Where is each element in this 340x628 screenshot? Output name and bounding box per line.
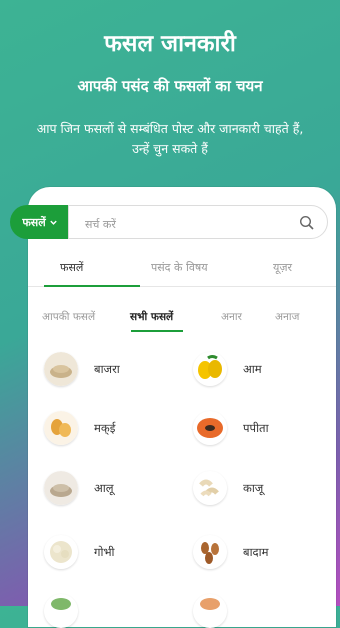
maize-icon bbox=[44, 411, 78, 445]
subtab-indicator bbox=[131, 330, 183, 332]
crop-item[interactable]: पपीता bbox=[193, 411, 269, 445]
fruit-icon bbox=[193, 594, 227, 628]
cauliflower-icon bbox=[44, 535, 78, 569]
almond-icon bbox=[193, 535, 227, 569]
search-input[interactable] bbox=[83, 213, 287, 235]
subtab-all-crops[interactable]: सभी फसलें bbox=[130, 310, 173, 324]
crop-item[interactable]: बाजरा bbox=[44, 352, 120, 386]
crop-name: आलू bbox=[94, 480, 114, 495]
crop-name: बाजरा bbox=[94, 361, 120, 376]
potato-icon bbox=[44, 471, 78, 505]
crop-item[interactable]: गोभी bbox=[44, 535, 115, 569]
mango-icon bbox=[193, 352, 227, 386]
tab-indicator bbox=[44, 285, 140, 287]
crop-item[interactable]: बादाम bbox=[193, 535, 269, 569]
search-icon[interactable] bbox=[299, 215, 315, 231]
tab-users[interactable]: यूज़र bbox=[273, 260, 292, 275]
crop-item[interactable]: काजू bbox=[193, 471, 263, 505]
subtab-pomegranate[interactable]: अनार bbox=[221, 310, 242, 324]
leaf-icon bbox=[44, 594, 78, 628]
millet-icon bbox=[44, 352, 78, 386]
crop-item[interactable]: आलू bbox=[44, 471, 114, 505]
papaya-icon bbox=[193, 411, 227, 445]
crop-item[interactable]: आम bbox=[193, 352, 262, 386]
main-tabs: फसलें पसंद के विषय यूज़र bbox=[28, 252, 336, 287]
filter-label: फसलें bbox=[22, 215, 46, 229]
crop-name: आम bbox=[243, 361, 262, 376]
tab-favourite-topics[interactable]: पसंद के विषय bbox=[151, 260, 208, 275]
crop-name: मक्ई bbox=[94, 420, 116, 435]
crop-name: गोभी bbox=[94, 544, 115, 559]
chevron-down-icon bbox=[49, 220, 57, 225]
subtab-grains[interactable]: अनाज bbox=[275, 310, 299, 324]
cashew-icon bbox=[193, 471, 227, 505]
search-box bbox=[68, 205, 328, 239]
crop-name: काजू bbox=[243, 480, 264, 495]
filter-dropdown-button[interactable]: फसलें bbox=[10, 205, 70, 239]
crop-name: पपीता bbox=[243, 420, 269, 435]
page-title: फसल जानकारी bbox=[104, 31, 236, 57]
page-description: आप जिन फसलों से सम्बंधित पोस्ट और जानकार… bbox=[36, 121, 304, 156]
subtab-your-crops[interactable]: आपकी फसलें bbox=[42, 310, 95, 324]
crop-name: बादाम bbox=[243, 544, 269, 559]
crop-filter-tabs: आपकी फसलें सभी फसलें अनार अनाज bbox=[28, 306, 336, 336]
page-subtitle: आपकी पसंद की फसलों का चयन bbox=[77, 77, 263, 95]
search-bar: फसलें bbox=[10, 205, 328, 239]
tab-crops[interactable]: फसलें bbox=[60, 260, 83, 275]
crop-item[interactable]: मक्ई bbox=[44, 411, 115, 445]
